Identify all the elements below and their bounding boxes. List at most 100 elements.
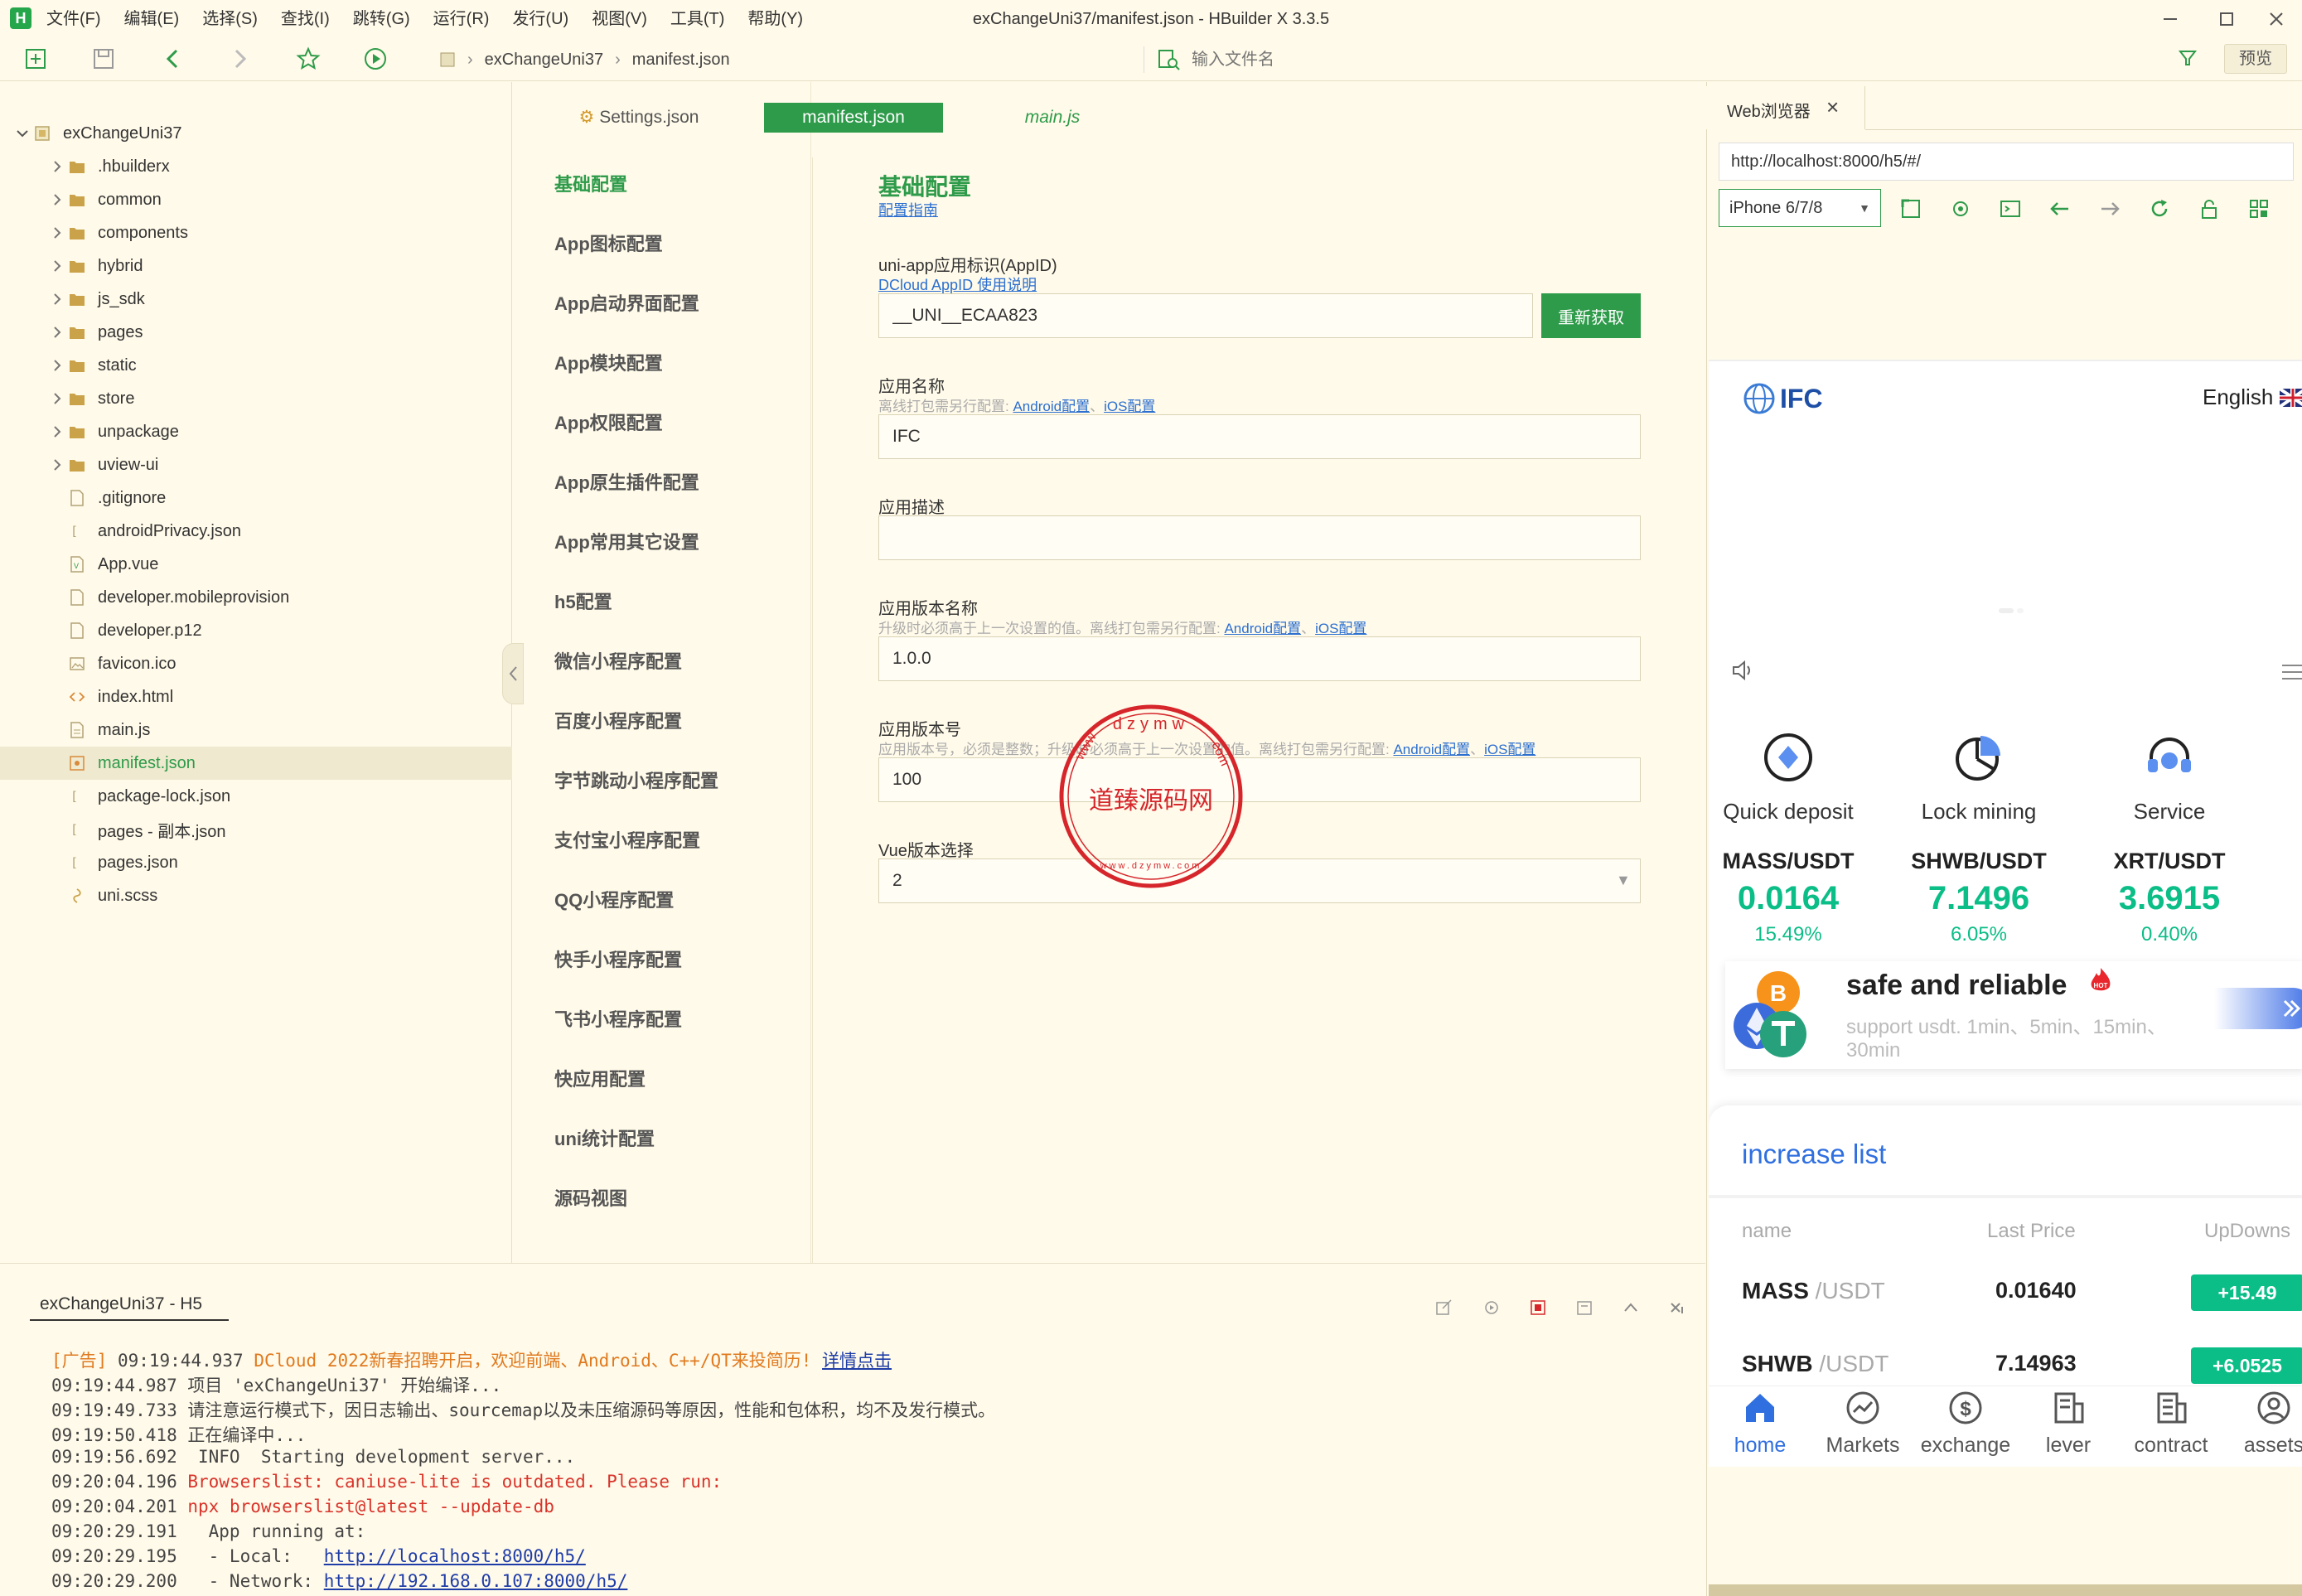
menu-item[interactable]: 发行(U) [512,0,568,38]
vue-version-select[interactable]: 2 [878,858,1641,903]
tree-item[interactable]: exChangeUni37 [0,117,512,150]
app-desc-input[interactable] [878,515,1641,560]
menu-item[interactable]: 视图(V) [592,0,647,38]
carousel-indicator[interactable] [2017,608,2024,613]
settings-nav-item[interactable]: 飞书小程序配置 [554,1005,682,1032]
tree-item[interactable]: [ ] pages - 副本.json [0,813,512,846]
menu-item[interactable]: 查找(I) [281,0,330,38]
nav-tab-assets[interactable]: assets [2224,1389,2302,1458]
tree-item[interactable]: pages [0,316,512,349]
device-select[interactable]: iPhone 6/7/8 ▼ [1719,189,1881,227]
tab-settings-json[interactable]: ⚙ Settings.json [568,103,709,133]
appid-input[interactable] [878,293,1533,338]
tree-item[interactable]: favicon.ico [0,647,512,680]
tree-item[interactable]: components [0,216,512,249]
tree-item[interactable]: V App.vue [0,548,512,581]
android-config-link[interactable]: Android配置 [1393,742,1470,757]
console-close-button[interactable] [1666,1296,1689,1319]
settings-nav-item[interactable]: App模块配置 [554,349,663,375]
console-export-button[interactable] [1432,1296,1455,1319]
version-code-input[interactable] [878,757,1641,802]
ticker-pair[interactable]: MASS/USDT [1709,849,1884,874]
quick-entry-2[interactable]: Service [2074,799,2265,825]
refresh-appid-button[interactable]: 重新获取 [1541,293,1641,338]
tree-item[interactable]: store [0,382,512,415]
tree-item[interactable]: hybrid [0,249,512,283]
menu-item[interactable]: 跳转(G) [353,0,410,38]
quick-entry-1[interactable]: Lock mining [1884,799,2074,825]
menu-item[interactable]: 工具(T) [670,0,725,38]
tree-item[interactable]: [ ] androidPrivacy.json [0,515,512,548]
back-button[interactable] [159,45,187,73]
collapse-nav-button[interactable] [502,643,524,704]
browser-qrcode-button[interactable] [2242,192,2275,225]
tree-item[interactable]: index.html [0,680,512,713]
appid-help-link[interactable]: DCloud AppID 使用说明 [878,273,1037,295]
close-window-button[interactable] [2247,0,2302,38]
console-restart-button[interactable] [1480,1296,1503,1319]
browser-settings-button[interactable] [1944,192,1977,225]
forward-button[interactable] [225,45,254,73]
config-guide-link[interactable]: 配置指南 [878,199,938,220]
browser-tab-close-button[interactable]: × [1826,94,1839,120]
tree-item[interactable]: [ ] pages.json [0,846,512,879]
rotate-device-button[interactable] [1894,192,1927,225]
breadcrumb-project[interactable]: exChangeUni37 [485,51,603,70]
console-link[interactable]: 详情点击 [822,1351,892,1371]
tree-item[interactable]: uview-ui [0,448,512,481]
safe-reliable-banner[interactable]: B safe and reliable HOT support usdt. 1m… [1725,961,2302,1069]
ios-config-link[interactable]: iOS配置 [1484,742,1535,757]
menu-item[interactable]: 编辑(E) [124,0,180,38]
devtools-button[interactable] [1994,192,2027,225]
android-config-link[interactable]: Android配置 [1013,399,1090,414]
ios-config-link[interactable]: iOS配置 [1315,621,1366,636]
filter-button[interactable] [2178,48,2198,68]
settings-nav-item[interactable]: 字节跳动小程序配置 [554,767,718,793]
run-button[interactable] [361,45,389,73]
console-maximize-button[interactable] [1619,1296,1642,1319]
tree-item[interactable]: [ ] package-lock.json [0,780,512,813]
console-link[interactable]: http://192.168.0.107:8000/h5/ [324,1571,628,1591]
nav-tab-markets[interactable]: Markets [1813,1389,1913,1458]
tree-item[interactable]: common [0,183,512,216]
nav-tab-lever[interactable]: lever [2019,1389,2118,1458]
browser-lock-button[interactable] [2193,192,2226,225]
notice-menu-icon[interactable] [2280,663,2302,681]
tree-item[interactable]: .hbuilderx [0,150,512,183]
android-config-link[interactable]: Android配置 [1224,621,1301,636]
tree-item[interactable]: manifest.json [0,747,512,780]
preview-button[interactable]: 预览 [2224,44,2287,74]
settings-nav-item[interactable]: App权限配置 [554,409,663,435]
nav-tab-contract[interactable]: contract [2121,1389,2221,1458]
settings-nav-item[interactable]: uni统计配置 [554,1124,655,1151]
nav-tab-exchange[interactable]: $ exchange [1916,1389,2015,1458]
menu-item[interactable]: 文件(F) [46,0,101,38]
browser-reload-button[interactable] [2143,192,2176,225]
console-link[interactable]: http://localhost:8000/h5/ [324,1546,586,1566]
tree-item[interactable]: developer.p12 [0,614,512,647]
ios-config-link[interactable]: iOS配置 [1104,399,1155,414]
new-file-button[interactable] [22,45,50,73]
quick-entry-0[interactable]: Quick deposit [1709,799,1884,825]
settings-nav-item[interactable]: QQ小程序配置 [554,886,674,912]
tree-item[interactable]: developer.mobileprovision [0,581,512,614]
favorite-button[interactable] [294,45,322,73]
tree-item[interactable]: static [0,349,512,382]
settings-nav-item[interactable]: App常用其它设置 [554,528,699,554]
nav-tab-home[interactable]: home [1710,1389,1810,1458]
file-search-input[interactable] [1192,45,2103,75]
settings-nav-item[interactable]: 快应用配置 [554,1065,646,1091]
browser-forward-button[interactable] [2093,192,2126,225]
browser-back-button[interactable] [2043,192,2077,225]
settings-nav-item[interactable]: 微信小程序配置 [554,647,682,674]
tree-item[interactable]: main.js [0,713,512,747]
menu-item[interactable]: 帮助(Y) [747,0,803,38]
settings-nav-item[interactable]: 百度小程序配置 [554,707,682,733]
tab-main-js[interactable]: main.js [994,103,1110,133]
settings-nav-item[interactable]: 基础配置 [554,170,627,196]
tab-manifest-json[interactable]: manifest.json [764,103,943,133]
breadcrumb-file[interactable]: manifest.json [632,51,730,70]
save-button[interactable] [89,45,118,73]
banner-arrow-button[interactable] [2214,988,2302,1029]
console-stop-button[interactable] [1526,1296,1550,1319]
